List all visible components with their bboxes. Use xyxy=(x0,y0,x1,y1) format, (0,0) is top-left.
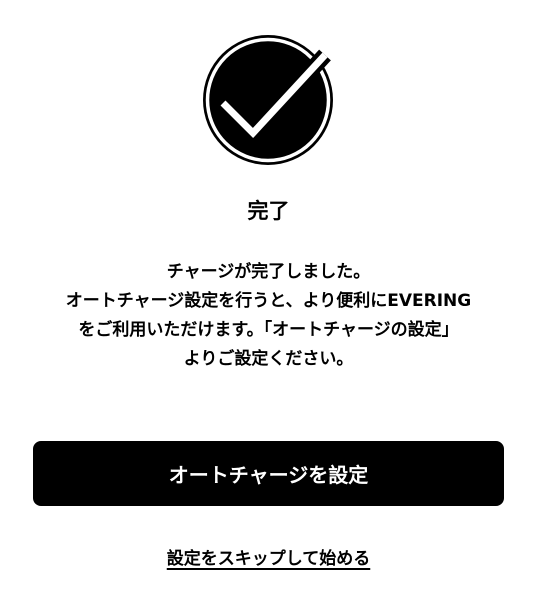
charge-complete-screen: 完了 チャージが完了しました。 オートチャージ設定を行うと、より便利にEVERI… xyxy=(0,0,537,612)
message-line: オートチャージ設定を行うと、より便利にEVERING xyxy=(65,291,472,311)
completion-message: チャージが完了しました。 オートチャージ設定を行うと、より便利にEVERING … xyxy=(0,258,537,374)
message-line: チャージが完了しました。 xyxy=(166,262,371,282)
set-auto-charge-button[interactable]: オートチャージを設定 xyxy=(33,441,504,506)
skip-setup-row: 設定をスキップして始める xyxy=(0,546,537,572)
message-line: よりご設定ください。 xyxy=(183,349,354,369)
completion-title: 完了 xyxy=(247,199,290,223)
skip-setup-link[interactable]: 設定をスキップして始める xyxy=(167,549,371,569)
check-circle-icon xyxy=(201,33,335,167)
message-line: をご利用いただけます。「オートチャージの設定」 xyxy=(78,320,459,340)
